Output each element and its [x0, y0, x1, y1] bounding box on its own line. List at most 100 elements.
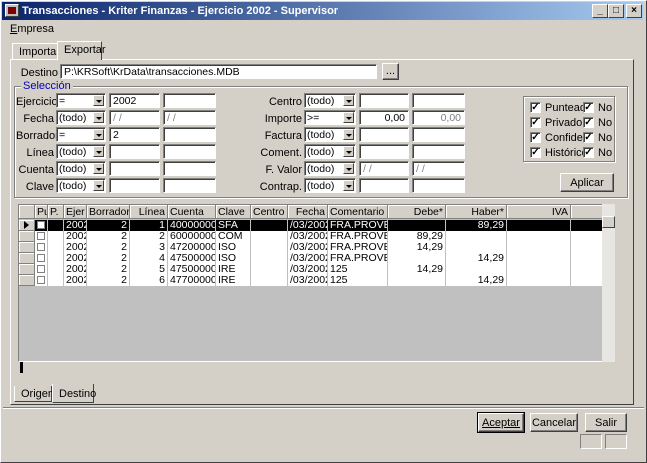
cell-borrador[interactable]: 2: [87, 220, 130, 231]
chevron-down-icon[interactable]: [343, 129, 354, 140]
cell-iva[interactable]: [507, 253, 571, 264]
cell-ejer[interactable]: 2002: [64, 231, 87, 242]
cell-borrador[interactable]: 2: [87, 253, 130, 264]
table-row[interactable]: 200226477000000IRE/03/2002125 14,29: [19, 275, 614, 286]
cell-iva[interactable]: [507, 242, 571, 253]
filter-to-input[interactable]: / /: [163, 110, 216, 125]
filter-to-input[interactable]: / /: [412, 161, 465, 176]
cell-comentario[interactable]: 125: [328, 275, 388, 286]
cell-ejer[interactable]: 2002: [64, 242, 87, 253]
filter-from-input[interactable]: [109, 178, 160, 193]
maximize-button[interactable]: □: [608, 4, 624, 18]
cell-p[interactable]: [48, 231, 64, 242]
filter-operator-combo[interactable]: (todo): [56, 178, 106, 193]
minimize-button[interactable]: _: [592, 4, 608, 18]
filter-to-input[interactable]: [163, 144, 216, 159]
cell-p[interactable]: [48, 242, 64, 253]
cell-p[interactable]: [48, 220, 64, 231]
grid-header-fecha[interactable]: Fecha: [288, 205, 328, 219]
filter-to-input[interactable]: [412, 178, 465, 193]
grid-header-p[interactable]: P.: [48, 205, 64, 219]
cell-linea[interactable]: 1: [130, 220, 168, 231]
row-checkbox[interactable]: [37, 265, 45, 273]
row-indicator[interactable]: [19, 231, 35, 242]
cell-linea[interactable]: 2: [130, 231, 168, 242]
row-checkbox[interactable]: [37, 276, 45, 284]
cell-clave[interactable]: COM: [216, 231, 251, 242]
cell-pu[interactable]: [35, 275, 48, 286]
cell-debe[interactable]: [388, 253, 446, 264]
grid-header-debe[interactable]: Debe*: [388, 205, 446, 219]
cell-debe[interactable]: [388, 220, 446, 231]
filter-to-input[interactable]: [163, 127, 216, 142]
cell-comentario[interactable]: FRA.PROVEE: [328, 231, 388, 242]
row-indicator[interactable]: [19, 253, 35, 264]
cell-haber[interactable]: 14,29: [446, 253, 507, 264]
filter-operator-combo[interactable]: (todo): [56, 161, 106, 176]
cell-p[interactable]: [48, 275, 64, 286]
filter-from-input[interactable]: [109, 144, 160, 159]
cell-pu[interactable]: [35, 253, 48, 264]
transactions-grid[interactable]: Pu P. Ejer Borrador Línea Cuenta Clave C…: [18, 204, 615, 362]
grid-header-cuenta[interactable]: Cuenta: [168, 205, 216, 219]
cell-borrador[interactable]: 2: [87, 231, 130, 242]
accept-button[interactable]: Aceptar: [477, 412, 525, 433]
cell-debe[interactable]: 89,29: [388, 231, 446, 242]
row-checkbox[interactable]: [37, 232, 45, 240]
cell-haber[interactable]: 14,29: [446, 275, 507, 286]
grid-header-pu[interactable]: Pu: [35, 205, 48, 219]
chevron-down-icon[interactable]: [343, 95, 354, 106]
cell-clave[interactable]: ISO: [216, 253, 251, 264]
filter-operator-combo[interactable]: (todo): [304, 178, 356, 193]
privado-no-checkbox[interactable]: ✓: [583, 117, 594, 128]
filter-operator-combo[interactable]: (todo): [56, 110, 106, 125]
filter-from-input[interactable]: [109, 161, 160, 176]
cell-comentario[interactable]: 125: [328, 264, 388, 275]
row-indicator[interactable]: [19, 242, 35, 253]
cell-linea[interactable]: 4: [130, 253, 168, 264]
title-bar[interactable]: Transacciones - Kriter Finanzas - Ejerci…: [2, 2, 643, 20]
filter-operator-combo[interactable]: =: [56, 127, 106, 142]
filter-operator-combo[interactable]: (todo): [56, 144, 106, 159]
filter-operator-combo[interactable]: (todo): [304, 93, 356, 108]
cell-pu[interactable]: [35, 231, 48, 242]
cell-cuenta[interactable]: 475000000: [168, 264, 216, 275]
cell-fecha[interactable]: /03/2002: [288, 242, 328, 253]
cell-borrador[interactable]: 2: [87, 242, 130, 253]
chevron-down-icon[interactable]: [93, 129, 104, 140]
cell-fecha[interactable]: /03/2002: [288, 275, 328, 286]
cell-linea[interactable]: 6: [130, 275, 168, 286]
cancel-button[interactable]: Cancelar: [530, 413, 578, 432]
grid-vertical-scrollbar[interactable]: [602, 204, 615, 362]
punteado-no-checkbox[interactable]: ✓: [583, 102, 594, 113]
table-row[interactable]: 200223472000000ISO/03/2002FRA.PROVEE14,2…: [19, 242, 614, 253]
filter-operator-combo[interactable]: (todo): [304, 144, 356, 159]
browse-button[interactable]: ...: [382, 63, 399, 80]
filter-operator-combo[interactable]: (todo): [304, 161, 356, 176]
chevron-down-icon[interactable]: [343, 146, 354, 157]
cell-debe[interactable]: 14,29: [388, 264, 446, 275]
cell-fecha[interactable]: /03/2002: [288, 264, 328, 275]
filter-from-input[interactable]: / /: [109, 110, 160, 125]
row-checkbox[interactable]: [37, 243, 45, 251]
chevron-down-icon[interactable]: [343, 112, 354, 123]
cell-fecha[interactable]: /03/2002: [288, 220, 328, 231]
destino-input[interactable]: P:\KRSoft\KrData\transacciones.MDB: [60, 64, 377, 79]
historico-no-checkbox[interactable]: ✓: [583, 147, 594, 158]
cell-ejer[interactable]: 2002: [64, 253, 87, 264]
filter-to-input[interactable]: [163, 161, 216, 176]
tab-origen[interactable]: Origen: [14, 386, 54, 402]
chevron-down-icon[interactable]: [93, 146, 104, 157]
cell-centro[interactable]: [251, 242, 288, 253]
cell-iva[interactable]: [507, 231, 571, 242]
filter-from-input[interactable]: 0,00: [359, 110, 409, 125]
cell-ejer[interactable]: 2002: [64, 220, 87, 231]
cell-haber[interactable]: [446, 264, 507, 275]
punteado-checkbox[interactable]: ✓: [530, 102, 541, 113]
grid-header-iva[interactable]: IVA: [507, 205, 571, 219]
cell-clave[interactable]: SFA: [216, 220, 251, 231]
cell-clave[interactable]: IRE: [216, 264, 251, 275]
cell-linea[interactable]: 3: [130, 242, 168, 253]
close-button[interactable]: ×: [626, 4, 642, 18]
chevron-down-icon[interactable]: [93, 163, 104, 174]
